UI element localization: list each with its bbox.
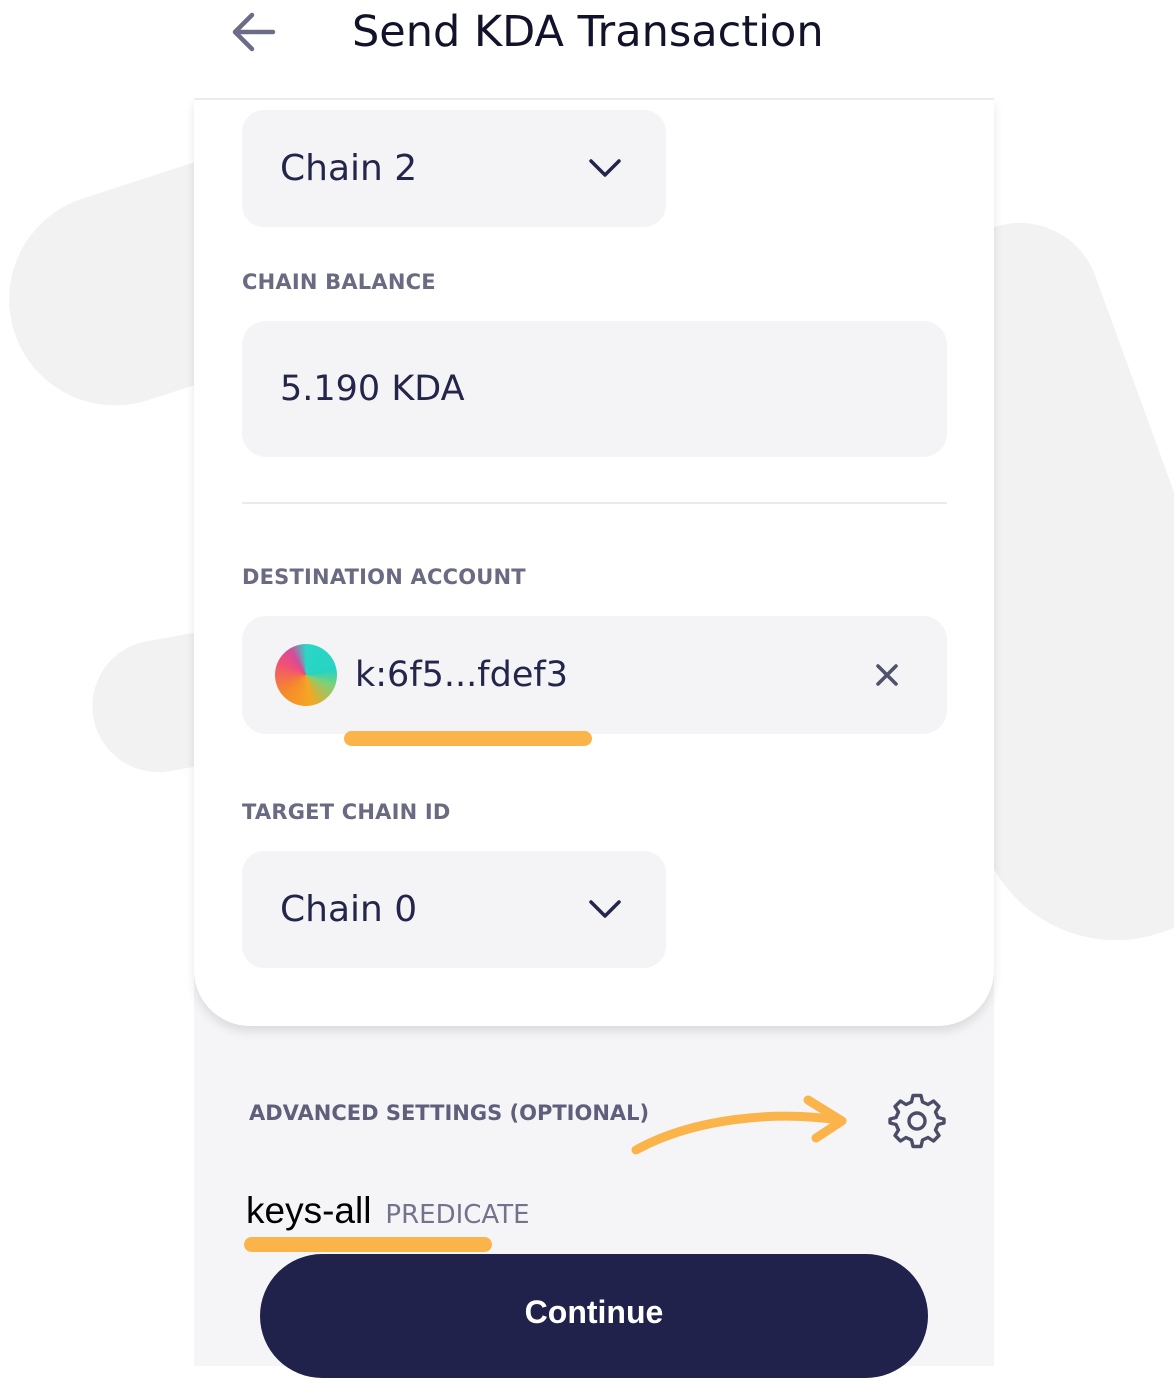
chevron-down-icon [589,159,621,177]
chevron-down-icon [589,900,621,918]
destination-account-label: DESTINATION ACCOUNT [242,565,526,589]
advanced-settings-label: ADVANCED SETTINGS (OPTIONAL) [249,1101,650,1125]
predicate-value: keys-all [246,1190,372,1231]
target-chain-value: Chain 0 [280,889,418,930]
app-screen: Send KDA Transaction Chain 2 CHAIN BALAN… [194,0,994,1378]
transaction-form-card: Chain 2 CHAIN BALANCE 5.190 KDA DESTINAT… [194,98,994,1026]
back-button[interactable] [230,10,278,54]
predicate-row[interactable]: keys-all PREDICATE [246,1190,530,1232]
clear-account-button[interactable] [870,658,904,692]
page-title: Send KDA Transaction [352,7,824,57]
highlight-underline [344,731,592,746]
target-chain-select[interactable]: Chain 0 [242,851,666,968]
close-icon [876,664,898,686]
source-chain-select[interactable]: Chain 2 [242,110,666,227]
gear-icon [888,1093,946,1149]
arrow-left-icon [232,12,276,52]
chain-balance-label: CHAIN BALANCE [242,270,436,294]
destination-account-value: k:6f5...fdef3 [355,655,568,695]
continue-button[interactable]: Continue [260,1254,928,1378]
header: Send KDA Transaction [194,0,994,100]
chain-balance-field: 5.190 KDA [242,321,947,457]
annotation-arrow-icon [631,1095,847,1155]
highlight-underline [244,1237,492,1252]
predicate-label: PREDICATE [385,1200,530,1230]
source-chain-value: Chain 2 [280,148,418,189]
target-chain-label: TARGET CHAIN ID [242,800,451,824]
account-avatar [275,644,337,706]
continue-label: Continue [524,1294,664,1330]
divider [242,502,947,504]
destination-account-field[interactable]: k:6f5...fdef3 [242,616,947,734]
advanced-settings-button[interactable] [888,1092,946,1150]
chain-balance-value: 5.190 KDA [280,369,465,409]
